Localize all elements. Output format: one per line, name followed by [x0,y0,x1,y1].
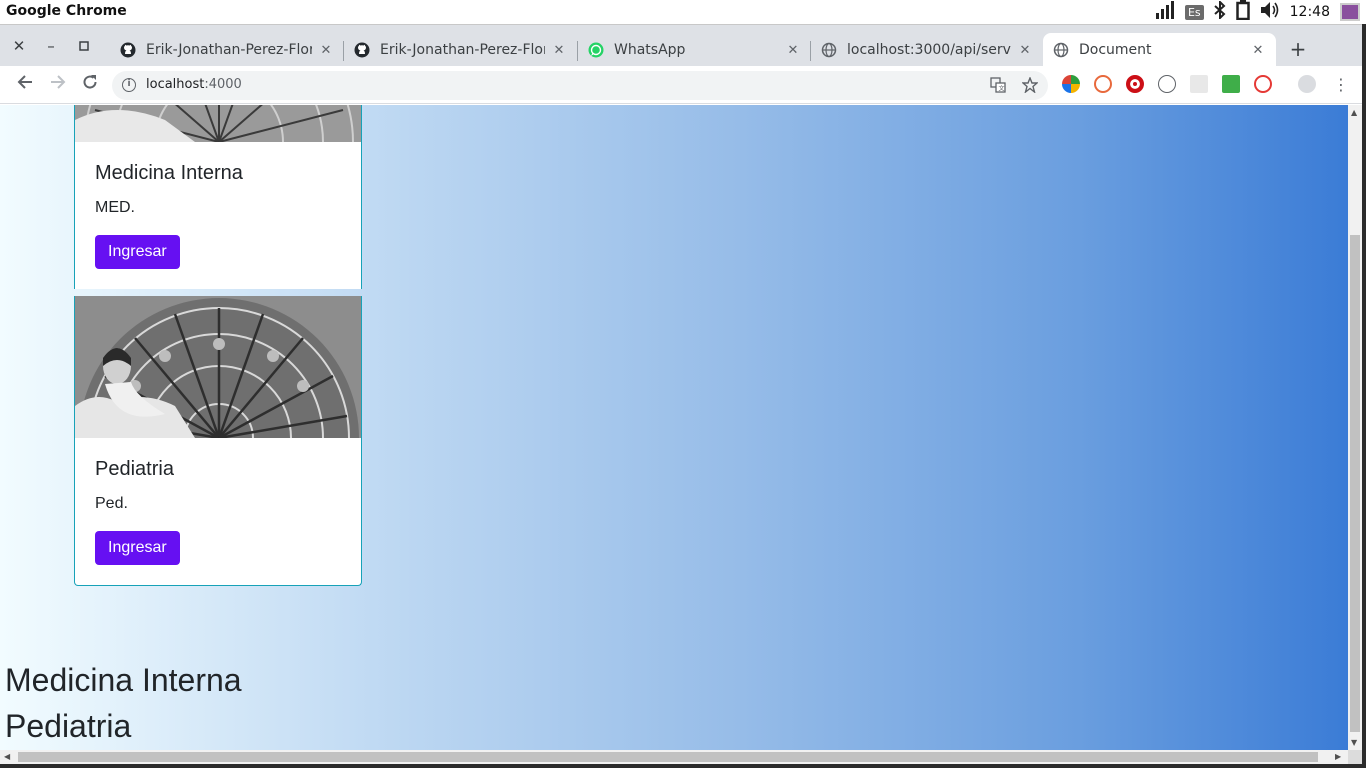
bookmark-star-icon[interactable] [1021,76,1039,97]
clock[interactable]: 12:48 [1290,4,1330,20]
tab-strip: ✕ – Erik-Jonathan-Perez-Flor ✕ Erik-Jona… [0,24,1366,67]
extension-blocker-icon[interactable] [1094,75,1112,93]
specialty-list-item: Medicina Interna [5,662,242,698]
signal-icon[interactable] [1155,1,1175,23]
specialty-card: Medicina Interna MED. Ingresar [74,105,362,289]
new-tab-button[interactable]: + [1288,39,1308,59]
scrollbar-corner [1348,750,1362,764]
tab-title: localhost:3000/api/servic [847,42,1011,58]
extension-grid-icon[interactable] [1190,75,1208,93]
battery-icon[interactable] [1235,0,1250,24]
tab-1[interactable]: Erik-Jonathan-Perez-Flor ✕ [344,33,577,67]
os-app-name: Google Chrome [6,3,127,19]
globe-icon [1053,42,1069,58]
extension-opera-icon[interactable] [1126,75,1144,93]
address-bar[interactable]: i localhost:4000 文 [112,71,1048,100]
card-text: Ped. [95,495,128,512]
tab-2[interactable]: WhatsApp ✕ [578,33,811,67]
window-minimize-icon[interactable]: – [40,35,62,57]
github-icon [120,42,136,58]
horizontal-scroll-thumb[interactable] [18,752,1318,762]
profile-avatar-icon[interactable] [1298,75,1316,93]
close-icon[interactable]: ✕ [551,43,567,58]
forward-button[interactable] [47,74,69,96]
whatsapp-icon [588,42,604,58]
tab-title: Erik-Jonathan-Perez-Flor [380,42,545,58]
vertical-scrollbar[interactable]: ▲ ▼ [1348,105,1362,750]
tab-title: WhatsApp [614,42,686,58]
tab-title: Document [1079,42,1152,58]
close-icon[interactable]: ✕ [1250,43,1266,58]
tab-0[interactable]: Erik-Jonathan-Perez-Flor ✕ [110,33,344,67]
extension-compass-icon[interactable] [1254,75,1272,93]
tab-3[interactable]: localhost:3000/api/servic ✕ [811,33,1043,67]
close-icon[interactable]: ✕ [785,43,801,58]
scroll-down-icon[interactable]: ▼ [1351,738,1357,747]
extension-code-icon[interactable] [1158,75,1176,93]
bluetooth-icon[interactable] [1213,0,1226,23]
window-edge [1362,24,1366,768]
github-icon [354,42,370,58]
tab-title: Erik-Jonathan-Perez-Flor [146,42,312,58]
horizontal-scrollbar[interactable]: ◀ ▶ [0,750,1348,764]
scroll-left-icon[interactable]: ◀ [4,752,10,761]
site-info-icon[interactable]: i [122,78,136,92]
close-icon[interactable]: ✕ [318,43,334,58]
scroll-up-icon[interactable]: ▲ [1351,108,1357,117]
card-text: MED. [95,199,135,216]
vertical-scroll-thumb[interactable] [1350,235,1360,732]
extension-download-icon[interactable] [1222,75,1240,93]
browser-toolbar: i localhost:4000 文 ⋮ [0,66,1366,104]
globe-icon [821,42,837,58]
card-image [75,105,361,142]
card-image [75,296,361,438]
page-viewport: Medicina Interna MED. Ingresar Pediatria… [0,105,1348,750]
tab-4[interactable]: Document ✕ [1043,33,1276,67]
extension-globe-icon[interactable] [1062,75,1080,93]
close-icon[interactable]: ✕ [1017,43,1033,58]
window-close-icon[interactable]: ✕ [8,35,30,57]
svg-text:文: 文 [999,85,1005,93]
specialty-list-item: Pediatria [5,708,132,744]
card-body: Pediatria Ped. Ingresar [75,438,361,585]
url-text[interactable]: localhost:4000 [146,77,242,92]
translate-icon[interactable]: 文 [990,77,1006,97]
os-top-bar: Google Chrome Es 12:48 [0,0,1366,24]
menu-kebab-icon[interactable]: ⋮ [1330,74,1352,96]
window-edge [0,764,1366,768]
keyboard-layout-indicator[interactable]: Es [1184,4,1204,20]
enter-button[interactable]: Ingresar [95,531,180,565]
specialty-card: Pediatria Ped. Ingresar [74,296,362,586]
window-maximize-icon[interactable] [73,35,95,57]
back-button[interactable] [14,74,36,96]
card-body: Medicina Interna MED. Ingresar [75,142,361,289]
scroll-right-icon[interactable]: ▶ [1335,752,1341,761]
card-title: Medicina Interna [95,162,243,184]
system-tray: Es 12:48 [1155,0,1366,24]
enter-button[interactable]: Ingresar [95,235,180,269]
reload-button[interactable] [79,74,101,96]
card-title: Pediatria [95,458,174,480]
volume-icon[interactable] [1260,1,1280,23]
screen-icon[interactable] [1340,3,1360,21]
